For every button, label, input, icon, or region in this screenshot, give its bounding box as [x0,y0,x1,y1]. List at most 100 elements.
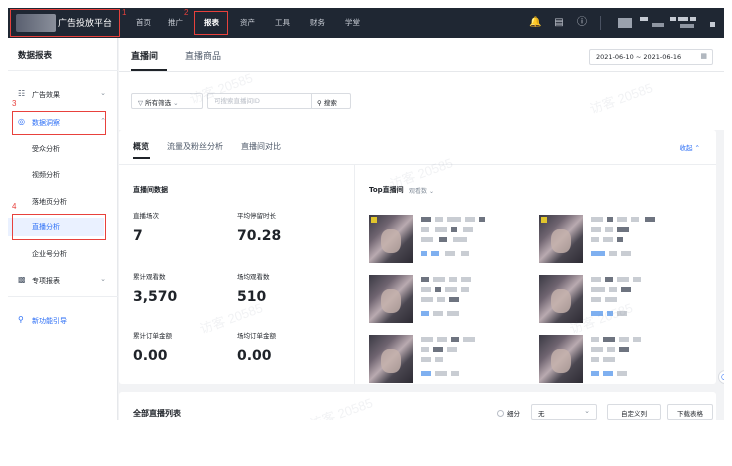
blurred-text [461,277,471,282]
custom-columns-button[interactable]: 自定义列 [607,404,661,420]
blurred-text [421,347,429,352]
blurred-text [461,251,469,256]
blurred-text [621,287,631,292]
sidebar-divider [8,296,118,297]
chevron-down-icon: ⌄ [100,89,106,97]
blurred-text [433,311,443,316]
sidebar-item-label: 专项报表 [32,277,60,285]
thumbnail-face [381,229,401,253]
nav-tools[interactable]: 工具 [275,17,290,28]
live-cover-thumbnail [369,335,413,383]
stat-value: 70.28 [237,228,282,244]
live-cover-thumbnail [539,335,583,383]
sidebar-item-enterprise-analysis[interactable]: 企业号分析 [8,245,118,263]
top-live-tile[interactable] [369,275,529,327]
top-live-tile[interactable] [369,335,529,387]
blurred-text [591,337,599,342]
filter-icon: ▽ [138,99,143,107]
stats-title: 直播间数据 [133,186,168,194]
date-range-picker[interactable]: 2021-06-10 ~ 2021-06-16 ▦ [589,49,713,65]
collapse-button[interactable]: 收起 ⌃ [679,142,700,152]
nav-divider [600,16,601,30]
helper-icon: ○ [721,372,724,381]
chevron-down-icon: ⌄ [173,99,179,107]
nav-assets[interactable]: 资产 [240,17,255,28]
search-button[interactable]: ⚲ 搜索 [311,93,351,109]
blurred-text [435,371,447,376]
blurred-text [421,227,429,232]
search-input[interactable] [207,93,311,109]
blurred-text [591,277,601,282]
bar-chart-icon: ▩ [18,275,26,284]
top-live-tile[interactable] [369,215,529,267]
sidebar-item-special-reports[interactable]: ▩ 专项报表 ⌄ [8,272,118,290]
document-icon[interactable]: ▤ [553,17,565,29]
stat-value: 3,570 [133,289,178,305]
sidebar-item-label: 广告效果 [32,91,60,99]
tab-live-compare[interactable]: 直播间对比 [241,141,281,152]
top-live-title: Top直播间 [369,186,404,194]
top-sort-dropdown[interactable]: 观看数 ⌄ [409,186,434,195]
detail-select[interactable]: 无 ⌄ [531,404,597,420]
detail-toggle[interactable]: 细分 [497,408,520,418]
blurred-text [447,217,461,222]
account-info[interactable] [618,14,718,32]
tab-overview[interactable]: 概览 [133,141,149,152]
tab-traffic-fans[interactable]: 流量及粉丝分析 [167,141,223,152]
top-navbar: 广告投放平台 1 首页 推广 报表 2 资产 工具 财务 学堂 🔔 ▤ ⓘ [8,8,724,38]
blurred-text [603,237,613,242]
stat-label: 场均观看数 [237,273,270,281]
blurred-text [617,217,627,222]
calendar-icon: ▦ [700,52,707,60]
sidebar-item-ad-effect[interactable]: ☷ 广告效果 ⌄ [8,86,118,104]
blurred-text [461,287,469,292]
blurred-text [633,277,641,282]
top-live-tile[interactable] [539,275,699,327]
guide-icon: ⚲ [18,315,24,324]
sidebar-title: 数据报表 [18,51,53,61]
live-cover-thumbnail [539,215,583,263]
active-tab-underline [133,157,150,159]
collapse-label: 收起 [679,144,693,152]
nav-academy[interactable]: 学堂 [345,17,360,28]
blurred-text [621,251,631,256]
bell-icon[interactable]: 🔔 [529,17,541,29]
top-live-tile[interactable] [539,215,699,267]
blurred-text [603,337,615,342]
blurred-text [591,357,599,362]
blurred-text [619,337,629,342]
nav-finance[interactable]: 财务 [310,17,325,28]
nav-promotion[interactable]: 推广 [168,17,183,28]
help-icon[interactable]: ⓘ [576,17,588,29]
thumbnail-face [381,349,401,373]
sidebar-item-video-analysis[interactable]: 视频分析 [8,166,118,184]
blurred-text [435,227,447,232]
blurred-text [421,371,431,376]
blurred-text [605,277,613,282]
sidebar-item-label: 受众分析 [32,145,60,153]
live-cover-thumbnail [369,215,413,263]
sidebar-item-landing-page-analysis[interactable]: 落地页分析 [8,193,118,211]
card-divider [119,164,716,165]
blurred-text [609,251,617,256]
blurred-text [421,277,429,282]
filter-label: 所有筛选 [145,99,172,107]
top-live-tile[interactable] [539,335,699,387]
sidebar-item-audience-analysis[interactable]: 受众分析 [8,140,118,158]
blurred-text [619,347,629,352]
tab-live-products[interactable]: 直播商品 [185,49,221,62]
blurred-text [449,277,457,282]
blurred-text [479,217,485,222]
floating-helper-tab[interactable]: ○ [718,370,724,384]
stat-label: 累计观看数 [133,273,166,281]
filter-dropdown[interactable]: ▽ 所有筛选 ⌄ [131,93,203,109]
download-table-button[interactable]: 下载表格 [667,404,713,420]
nav-home[interactable]: 首页 [136,17,151,28]
annotation-box-4 [12,214,106,240]
stat-label: 场均订单金额 [237,332,276,340]
sidebar-item-label: 视频分析 [32,171,60,179]
blurred-text [591,287,605,292]
tab-live-room[interactable]: 直播间 [131,49,158,62]
blurred-text [433,277,445,282]
sidebar-item-new-feature-guide[interactable]: ⚲ 新功能引导 [8,312,118,330]
